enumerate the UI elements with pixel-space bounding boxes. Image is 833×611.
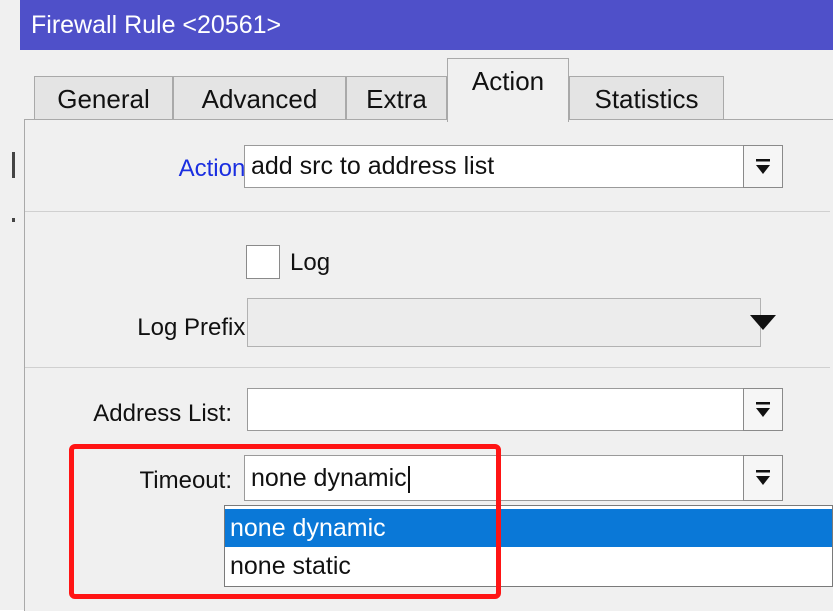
section-divider — [25, 367, 830, 368]
address-list-input[interactable] — [247, 388, 761, 431]
background-text-fragment — [12, 152, 15, 178]
dropdown-arrow-bar-icon — [756, 158, 770, 174]
timeout-option-none-static[interactable]: none static — [225, 547, 832, 585]
triangle-down-icon — [750, 315, 776, 330]
timeout-options-list: none dynamic none static — [224, 505, 833, 587]
action-select[interactable]: add src to address list — [244, 145, 760, 188]
window-title[interactable]: Firewall Rule <20561> — [20, 0, 833, 50]
section-divider — [25, 211, 830, 212]
log-checkbox[interactable] — [246, 245, 280, 279]
tab-statistics[interactable]: Statistics — [569, 76, 724, 120]
dropdown-arrow-bar-icon — [756, 470, 770, 485]
address-list-dropdown-button[interactable] — [743, 388, 783, 431]
timeout-combobox[interactable]: none dynamic — [244, 455, 760, 501]
action-label: Action: — [178, 155, 252, 182]
address-list-label: Address List: — [93, 400, 232, 427]
timeout-option-none-dynamic[interactable]: none dynamic — [225, 509, 832, 547]
tab-action[interactable]: Action — [447, 58, 569, 122]
dropdown-arrow-bar-icon — [756, 401, 770, 417]
tab-general[interactable]: General — [34, 76, 173, 120]
timeout-label: Timeout: — [139, 467, 232, 494]
log-prefix-label: Log Prefix: — [137, 314, 252, 341]
log-prefix-expand-button[interactable] — [748, 311, 778, 335]
background-text-fragment — [12, 218, 15, 222]
text-cursor — [407, 465, 410, 493]
log-prefix-input[interactable] — [247, 298, 761, 347]
action-dropdown-button[interactable] — [743, 145, 783, 188]
log-label: Log — [290, 249, 331, 276]
timeout-value: none dynamic — [251, 464, 407, 492]
tab-advanced[interactable]: Advanced — [173, 76, 346, 120]
background-window-edge — [0, 0, 20, 610]
timeout-dropdown-button[interactable] — [743, 455, 783, 501]
tab-extra[interactable]: Extra — [346, 76, 447, 120]
